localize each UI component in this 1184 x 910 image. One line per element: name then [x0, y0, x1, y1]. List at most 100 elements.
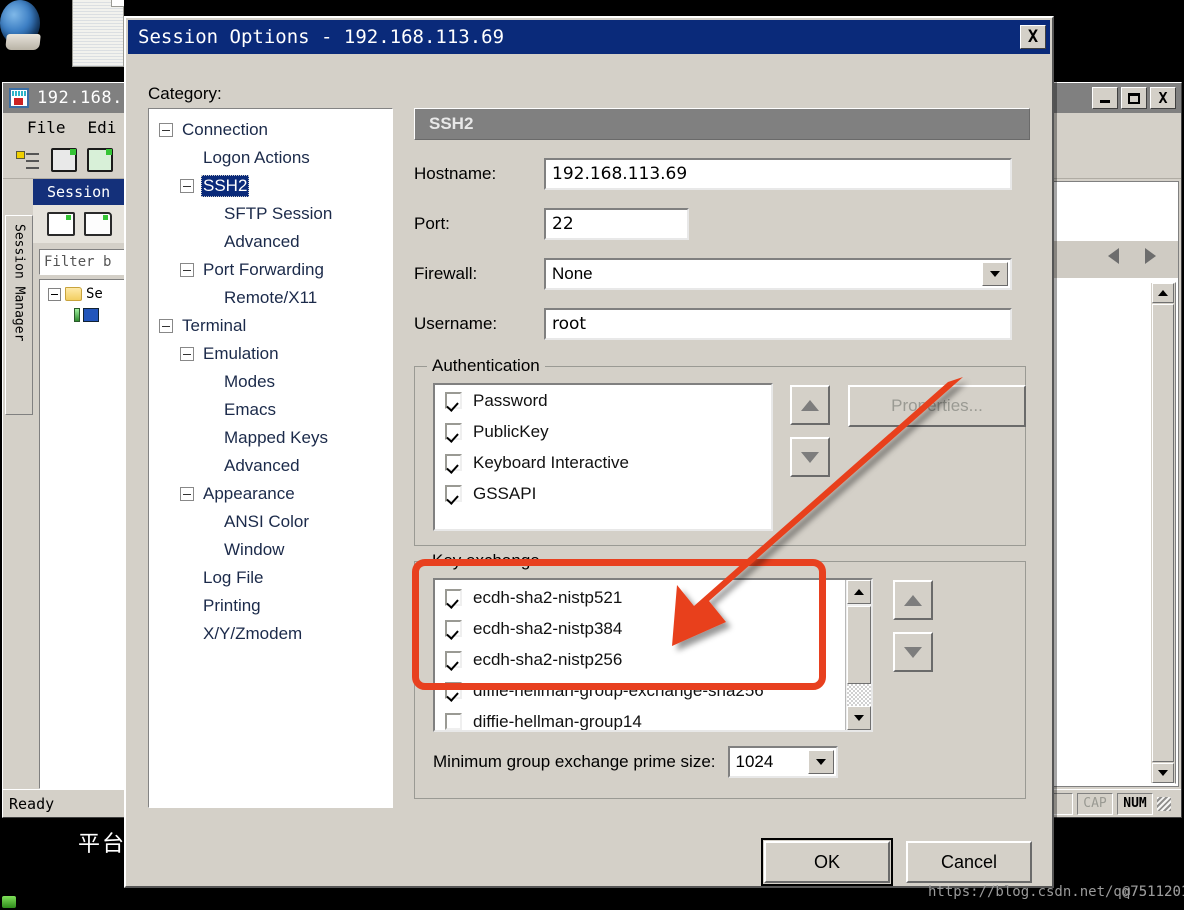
- kex-item[interactable]: ecdh-sha2-nistp256: [435, 644, 871, 675]
- tree-item-ansi-color[interactable]: ANSI Color: [149, 508, 392, 536]
- maximize-button[interactable]: [1121, 87, 1147, 109]
- category-tree[interactable]: Connection Logon Actions SSH2 SFTP Session A…: [148, 108, 393, 808]
- desktop-caption: 平台: [78, 832, 127, 857]
- tree-item-terminal[interactable]: Terminal: [149, 312, 392, 340]
- checkbox-checked-icon[interactable]: [445, 620, 462, 637]
- kex-scroll-up-button[interactable]: [846, 580, 871, 604]
- menu-file[interactable]: File: [27, 118, 66, 137]
- caps-lock-indicator: CAP: [1077, 792, 1113, 815]
- expander-icon[interactable]: [180, 179, 194, 193]
- tree-item-appearance[interactable]: Appearance: [149, 480, 392, 508]
- checkbox-checked-icon[interactable]: [445, 392, 462, 409]
- tree-item-ssh2[interactable]: SSH2: [149, 172, 392, 200]
- expander-icon[interactable]: [180, 347, 194, 361]
- expander-icon[interactable]: [180, 487, 194, 501]
- port-input[interactable]: 22: [544, 208, 689, 240]
- watermark-overlay-b: @751120173: [1121, 884, 1184, 900]
- dialog-close-button[interactable]: X: [1020, 25, 1046, 49]
- checkbox-checked-icon[interactable]: [445, 454, 462, 471]
- chevron-down-icon[interactable]: [982, 262, 1008, 286]
- resize-grip[interactable]: [1157, 796, 1171, 811]
- auth-item[interactable]: PublicKey: [435, 416, 771, 447]
- checkbox-checked-icon[interactable]: [445, 485, 462, 502]
- tree-item-connection[interactable]: Connection: [149, 116, 392, 144]
- tree-item-emacs[interactable]: Emacs: [149, 396, 392, 424]
- tree-item-x-y-zmodem[interactable]: X/Y/Zmodem: [149, 620, 392, 648]
- hostname-input[interactable]: 192.168.113.69: [544, 158, 1012, 190]
- window-buttons: X: [1092, 87, 1181, 109]
- key-exchange-listbox[interactable]: ecdh-sha2-nistp521 ecdh-sha2-nistp384 ecdh…: [433, 578, 873, 732]
- key-exchange-scrollbar[interactable]: [845, 580, 871, 730]
- kex-move-down-button[interactable]: [893, 632, 933, 672]
- session-manager-strip[interactable]: Session Manager: [5, 215, 33, 415]
- checkbox-unchecked-icon[interactable]: [445, 713, 462, 730]
- tree-item-remote-x11[interactable]: Remote/X11: [149, 284, 392, 312]
- kex-move-up-button[interactable]: [893, 580, 933, 620]
- tab-prev-icon[interactable]: [1108, 248, 1119, 264]
- chevron-down-icon[interactable]: [807, 750, 834, 774]
- tree-item-label: Emulation: [203, 344, 279, 363]
- close-button[interactable]: X: [1150, 87, 1176, 109]
- tree-item-window[interactable]: Window: [149, 536, 392, 564]
- kex-scroll-thumb[interactable]: [846, 606, 871, 684]
- auth-item[interactable]: Password: [435, 385, 771, 416]
- scroll-thumb[interactable]: [1152, 304, 1174, 762]
- menu-edit[interactable]: Edi: [88, 118, 117, 137]
- ok-button[interactable]: OK: [761, 838, 893, 886]
- kex-label: diffie-hellman-group-exchange-sha256: [473, 680, 764, 700]
- tree-item-port-forwarding[interactable]: Port Forwarding: [149, 256, 392, 284]
- expander-icon[interactable]: [48, 287, 61, 301]
- tree-item-mapped-keys[interactable]: Mapped Keys: [149, 424, 392, 452]
- host-icon: [83, 308, 99, 322]
- new-folder-icon[interactable]: [84, 212, 112, 236]
- username-input[interactable]: root: [544, 308, 1012, 340]
- tree-item-modes[interactable]: Modes: [149, 368, 392, 396]
- prime-size-label: Minimum group exchange prime size:: [433, 752, 716, 771]
- kex-item[interactable]: ecdh-sha2-nistp521: [435, 582, 871, 613]
- cancel-button[interactable]: Cancel: [906, 841, 1032, 883]
- minimize-button[interactable]: [1092, 87, 1118, 109]
- kex-item[interactable]: diffie-hellman-group-exchange-sha256: [435, 675, 871, 706]
- kex-item[interactable]: diffie-hellman-group14: [435, 706, 871, 730]
- tree-item-advanced[interactable]: Advanced: [149, 452, 392, 480]
- checkbox-checked-icon[interactable]: [445, 682, 462, 699]
- tree-item-printing[interactable]: Printing: [149, 592, 392, 620]
- prime-size-select[interactable]: 1024: [727, 746, 838, 778]
- expander-icon[interactable]: [180, 263, 194, 277]
- auth-move-up-button[interactable]: [790, 385, 830, 425]
- tab-next-icon[interactable]: [1145, 248, 1156, 264]
- tree-item-sftp-session[interactable]: SFTP Session: [149, 200, 392, 228]
- tree-item-logon-actions[interactable]: Logon Actions: [149, 144, 392, 172]
- scroll-down-button[interactable]: [1152, 763, 1174, 783]
- kex-item[interactable]: ecdh-sha2-nistp384: [435, 613, 871, 644]
- category-label: Category:: [148, 84, 222, 103]
- tree-item-label: Log File: [203, 568, 264, 587]
- kex-scroll-track[interactable]: [846, 684, 871, 706]
- auth-item[interactable]: Keyboard Interactive: [435, 447, 771, 478]
- session-manager-strip-label: Session Manager: [11, 224, 27, 342]
- tree-item-label: X/Y/Zmodem: [203, 624, 303, 643]
- kex-scroll-down-button[interactable]: [846, 706, 871, 730]
- expander-icon[interactable]: [159, 319, 173, 333]
- expander-icon[interactable]: [159, 123, 173, 137]
- auth-item[interactable]: GSSAPI: [435, 478, 771, 509]
- auth-move-down-button[interactable]: [790, 437, 830, 477]
- new-session-icon[interactable]: [47, 212, 75, 236]
- watermark-url: https://blog.csdn.net/q: [928, 884, 1122, 900]
- tree-item-emulation[interactable]: Emulation: [149, 340, 392, 368]
- checkbox-checked-icon[interactable]: [445, 589, 462, 606]
- session-manager-icon[interactable]: [15, 148, 41, 172]
- tree-item-log-file[interactable]: Log File: [149, 564, 392, 592]
- reconnect-session-icon[interactable]: [87, 147, 113, 172]
- firewall-select[interactable]: None: [544, 258, 1012, 290]
- tree-item-advanced[interactable]: Advanced: [149, 228, 392, 256]
- auth-properties-button[interactable]: Properties...: [848, 385, 1026, 427]
- scroll-up-button[interactable]: [1152, 283, 1174, 303]
- prime-size-value: 1024: [735, 752, 774, 771]
- terminal-scrollbar[interactable]: [1150, 282, 1176, 784]
- checkbox-checked-icon[interactable]: [445, 651, 462, 668]
- connect-session-icon[interactable]: [51, 147, 77, 172]
- checkbox-checked-icon[interactable]: [445, 423, 462, 440]
- authentication-listbox[interactable]: Password PublicKey Keyboard Interactive GSS…: [433, 383, 773, 531]
- browser-globe-icon[interactable]: [0, 0, 40, 46]
